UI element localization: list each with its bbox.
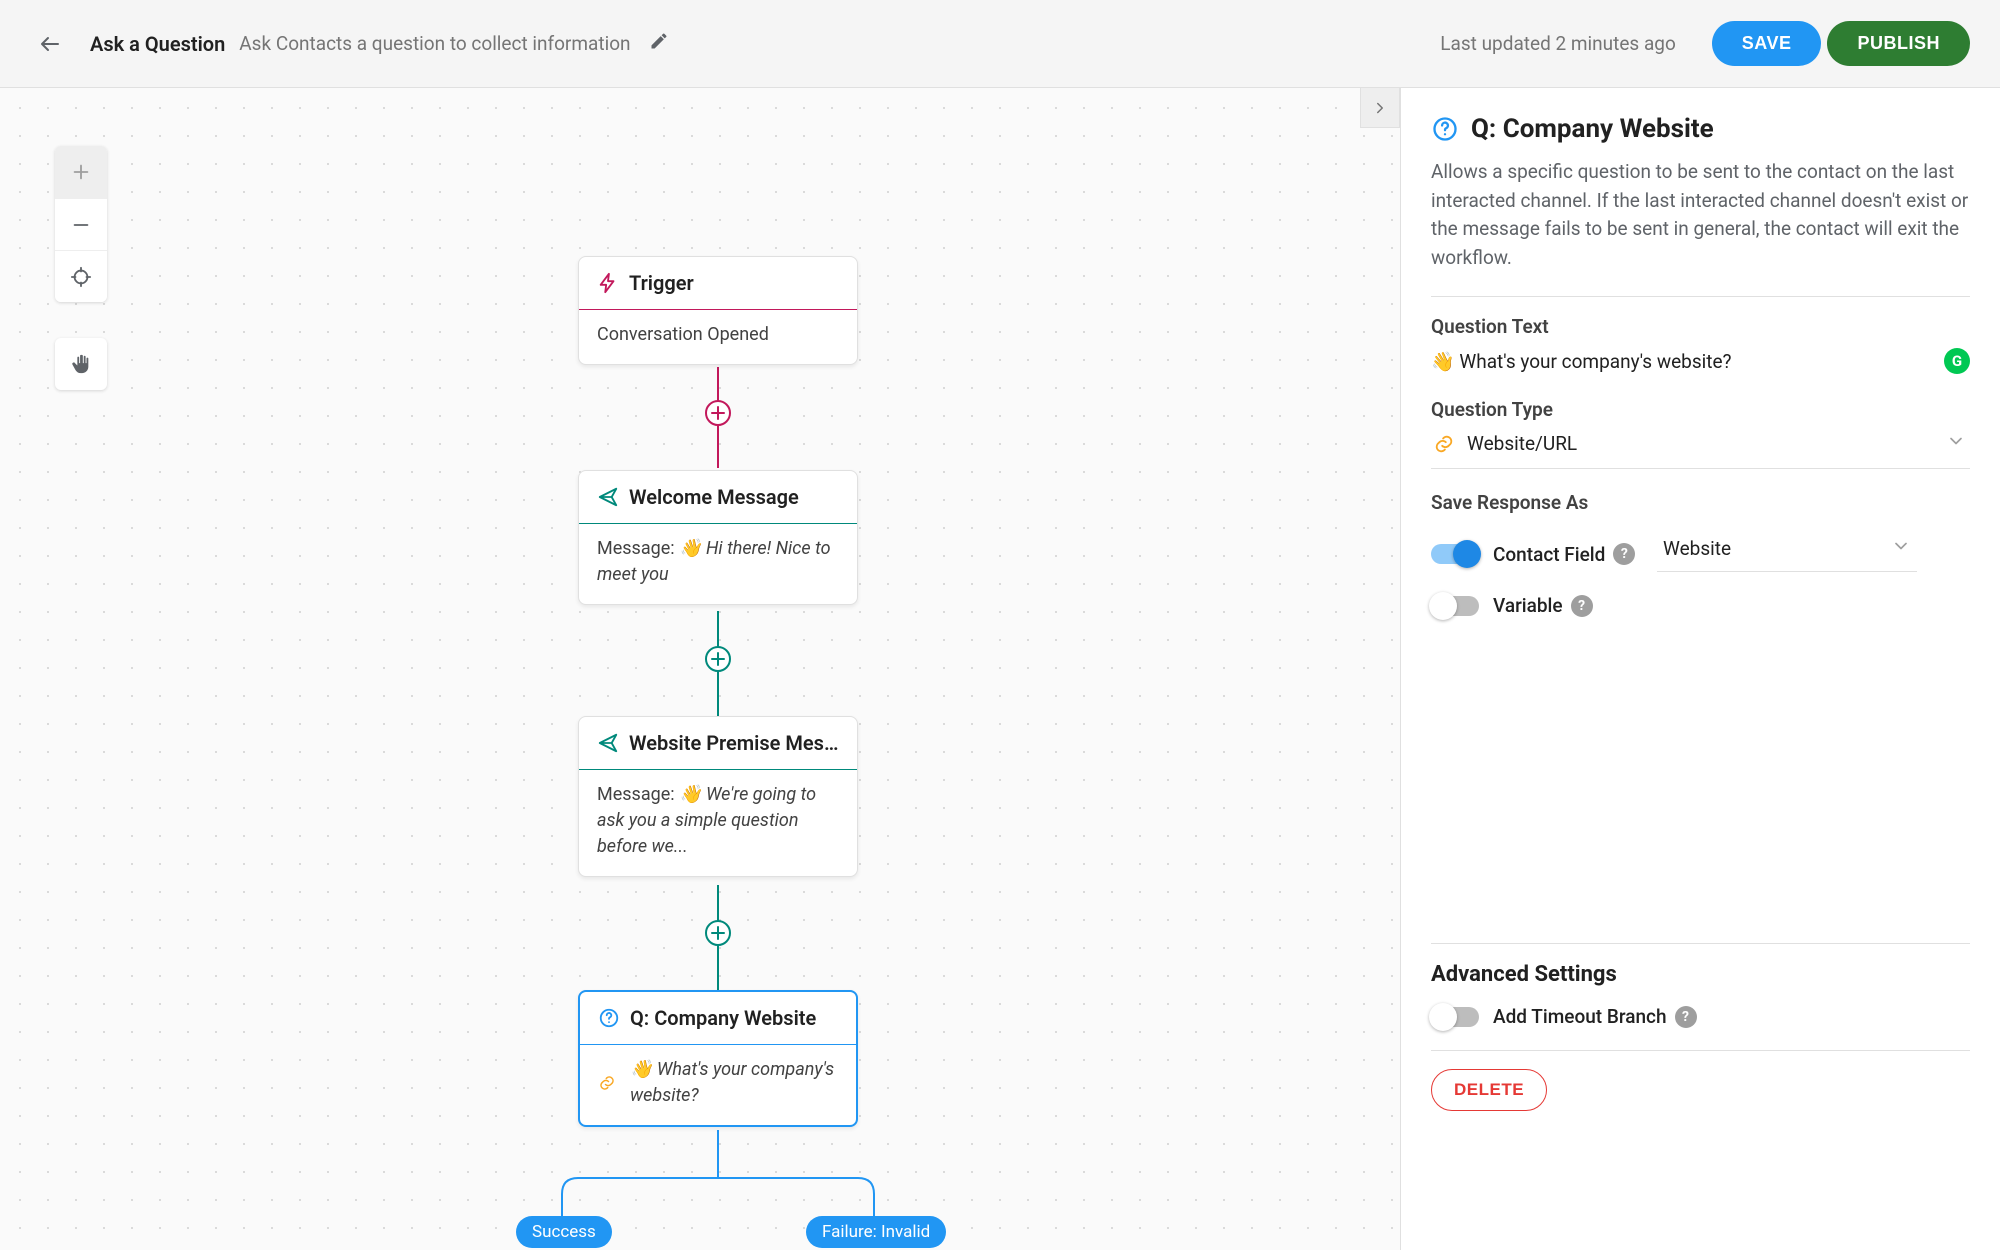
timeout-row: Add Timeout Branch ? — [1431, 1005, 1970, 1028]
page-subtitle: Ask Contacts a question to collect infor… — [239, 32, 630, 55]
send-icon — [597, 732, 619, 754]
question-circle-icon — [1431, 115, 1459, 143]
branch-success[interactable]: Success — [516, 1216, 612, 1248]
page-title: Ask a Question — [90, 32, 225, 56]
save-response-label: Save Response As — [1431, 491, 1970, 514]
minus-icon — [70, 214, 92, 236]
help-icon[interactable]: ? — [1675, 1006, 1697, 1028]
node-trigger[interactable]: Trigger Conversation Opened — [578, 256, 858, 365]
plus-icon — [70, 161, 92, 183]
contact-field-value: Website — [1663, 537, 1731, 560]
edit-title-button[interactable] — [649, 31, 669, 56]
hand-icon — [70, 353, 92, 375]
node-question-msg: 👋 What's your company's website? — [630, 1057, 838, 1109]
variable-row: Variable ? — [1431, 594, 1970, 617]
node-welcome-title: Welcome Message — [629, 485, 799, 509]
question-type-dropdown[interactable]: Website/URL — [1431, 431, 1970, 469]
delete-button[interactable]: DELETE — [1431, 1069, 1547, 1111]
link-icon — [1433, 433, 1455, 455]
question-text-label: Question Text — [1431, 315, 1970, 338]
last-updated: Last updated 2 minutes ago — [1440, 32, 1676, 55]
arrow-left-icon — [38, 32, 62, 56]
panel-collapse-button[interactable] — [1360, 88, 1400, 128]
pan-button[interactable] — [55, 338, 107, 390]
panel-title-row: Q: Company Website — [1431, 114, 1970, 144]
chevron-right-icon — [1371, 99, 1389, 117]
chevron-down-icon — [1946, 431, 1966, 451]
send-icon — [597, 486, 619, 508]
contact-field-dropdown[interactable]: Website — [1657, 536, 1917, 572]
publish-button[interactable]: PUBLISH — [1827, 21, 1970, 66]
node-question-title: Q: Company Website — [630, 1006, 816, 1030]
back-button[interactable] — [30, 24, 70, 64]
contact-field-toggle[interactable] — [1431, 544, 1479, 564]
zoom-controls — [55, 146, 107, 302]
node-premise-title: Website Premise Messa… — [629, 731, 839, 755]
question-text-value[interactable]: 👋 What's your company's website? — [1431, 350, 1732, 373]
bolt-icon — [597, 272, 619, 294]
zoom-in-button[interactable] — [55, 146, 107, 198]
chevron-down-icon — [1891, 536, 1911, 556]
workflow-canvas[interactable]: Trigger Conversation Opened Welcome Mess… — [0, 88, 1400, 1250]
advanced-settings-label: Advanced Settings — [1431, 962, 1970, 987]
link-icon — [598, 1071, 616, 1095]
pencil-icon — [649, 31, 669, 51]
node-question[interactable]: Q: Company Website 👋 What's your company… — [578, 990, 858, 1127]
top-bar: Ask a Question Ask Contacts a question t… — [0, 0, 2000, 88]
help-icon[interactable]: ? — [1613, 543, 1635, 565]
node-trigger-body: Conversation Opened — [597, 324, 769, 345]
contact-field-label: Contact Field — [1493, 543, 1605, 566]
node-premise-prefix: Message: — [597, 784, 679, 805]
zoom-out-button[interactable] — [55, 198, 107, 250]
node-welcome[interactable]: Welcome Message Message: 👋 Hi there! Nic… — [578, 470, 858, 605]
question-circle-icon — [598, 1007, 620, 1029]
contact-field-row: Contact Field ? Website — [1431, 536, 1970, 572]
panel-title: Q: Company Website — [1471, 114, 1714, 144]
grammarly-icon[interactable]: G — [1944, 348, 1970, 374]
crosshair-icon — [70, 266, 92, 288]
node-welcome-prefix: Message: — [597, 538, 679, 559]
timeout-label: Add Timeout Branch — [1493, 1005, 1667, 1028]
help-icon[interactable]: ? — [1571, 595, 1593, 617]
panel-description: Allows a specific question to be sent to… — [1431, 158, 1970, 272]
node-trigger-title: Trigger — [629, 271, 694, 295]
question-type-value: Website/URL — [1467, 432, 1577, 455]
branch-failure[interactable]: Failure: Invalid — [806, 1216, 946, 1248]
node-premise[interactable]: Website Premise Messa… Message: 👋 We're … — [578, 716, 858, 877]
variable-label: Variable — [1493, 594, 1563, 617]
config-panel: Q: Company Website Allows a specific que… — [1400, 88, 2000, 1250]
recenter-button[interactable] — [55, 250, 107, 302]
timeout-toggle[interactable] — [1431, 1007, 1479, 1027]
question-type-label: Question Type — [1431, 398, 1970, 421]
save-button[interactable]: SAVE — [1712, 21, 1822, 66]
variable-toggle[interactable] — [1431, 596, 1479, 616]
